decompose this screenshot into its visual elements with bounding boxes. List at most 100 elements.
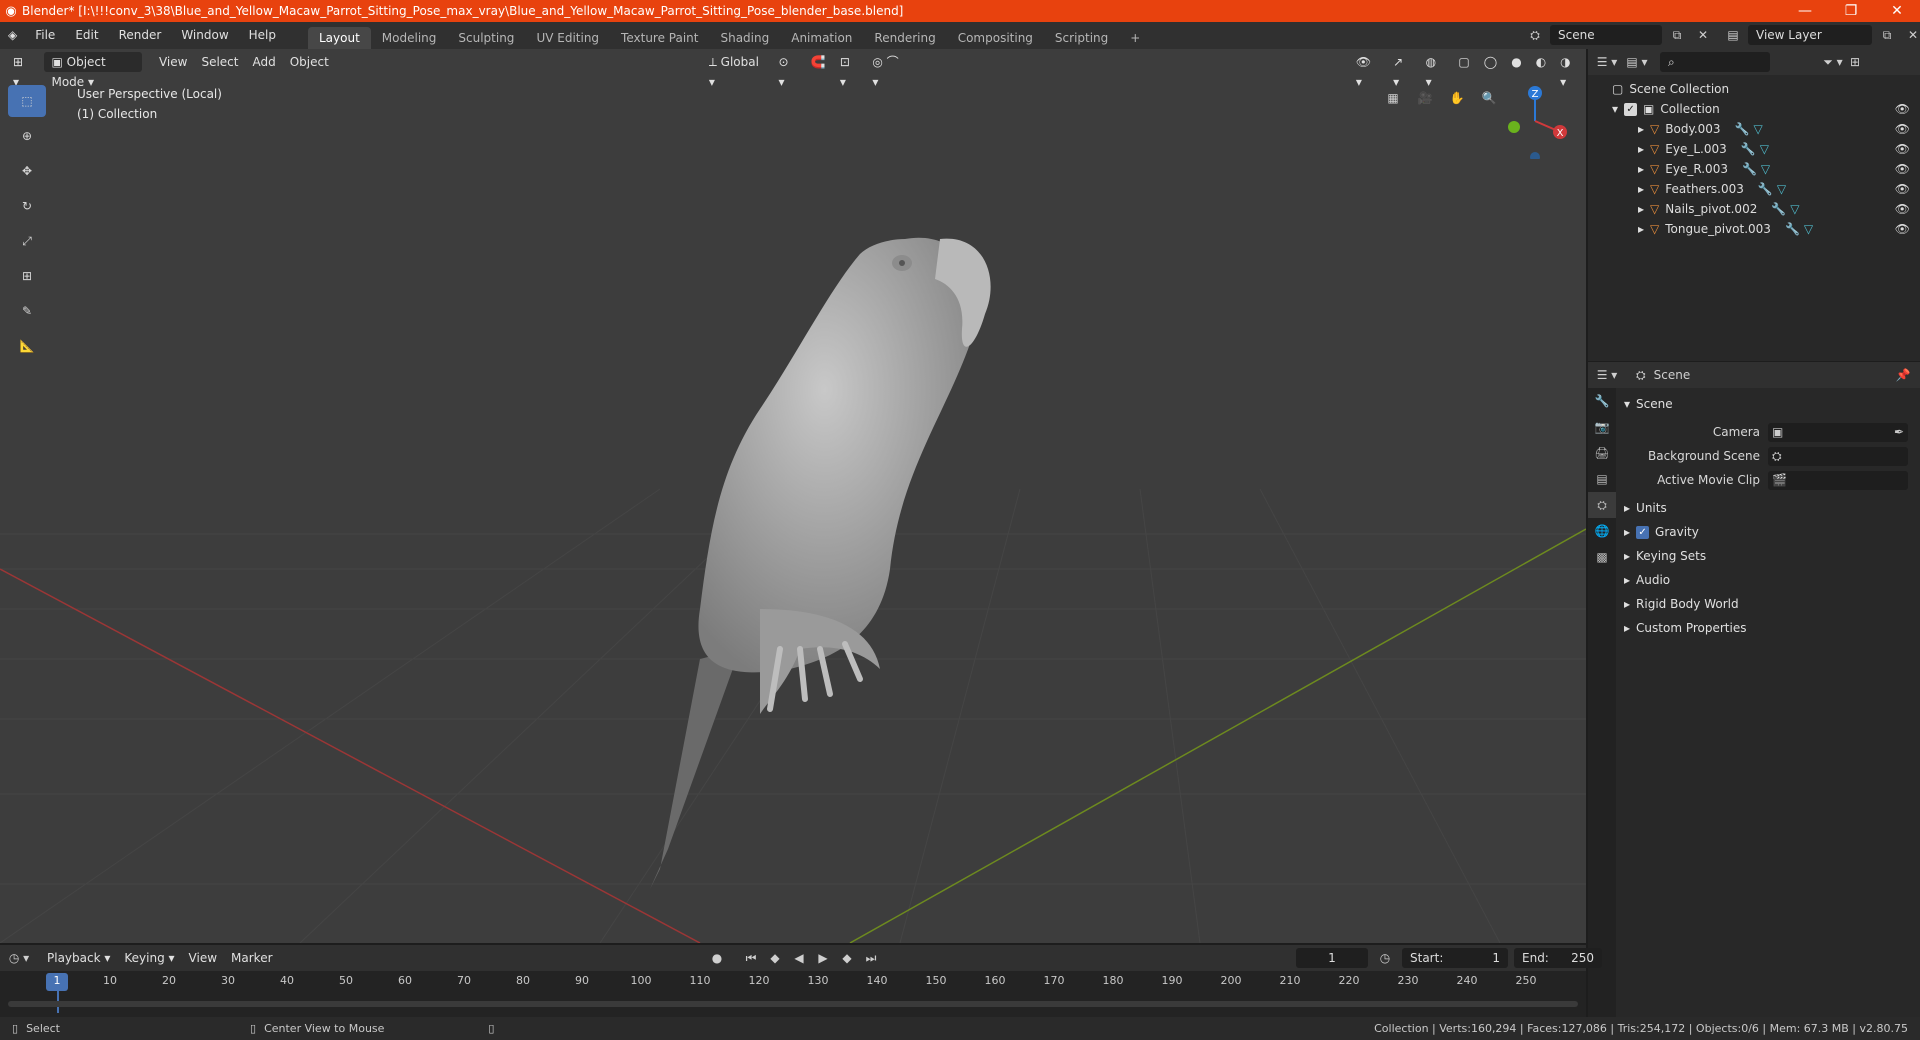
eye-icon[interactable]: 👁 [1895,162,1910,176]
toggle-perspective-icon[interactable]: ▦ [1380,85,1406,111]
zoom-view-icon[interactable]: 🔍 [1476,85,1502,111]
eye-icon[interactable]: 👁 [1895,222,1910,236]
3d-viewport[interactable]: ⊞ ▾ ▣ Object Mode ▾ View Select Add Obje… [0,49,1586,943]
menu-help[interactable]: Help [239,22,286,49]
shading-material-icon[interactable]: ◐ [1529,52,1553,72]
preview-range-clock-icon[interactable]: ◷ [1374,948,1396,968]
measure-tool-icon[interactable]: 📐 [8,330,46,362]
modifier-wrench-icon[interactable]: 🔧 [1771,202,1786,216]
move-tool-icon[interactable]: ✥ [8,155,46,187]
gravity-section-header[interactable]: ▸ ✓ Gravity [1618,520,1920,544]
rotate-tool-icon[interactable]: ↻ [8,190,46,222]
mode-selector[interactable]: ▣ Object Mode ▾ [44,52,142,89]
keying-sets-section-header[interactable]: ▸ Keying Sets [1618,544,1920,568]
axis-gizmo[interactable]: Z X [1500,79,1570,159]
background-scene-field[interactable]: ⛭ [1768,446,1908,466]
camera-view-icon[interactable]: 🎥 [1412,85,1438,111]
custom-properties-section-header[interactable]: ▸ Custom Properties [1618,616,1920,640]
tree-item-object[interactable]: ▸ ▽ Eye_R.003 🔧 ▽ 👁 [1588,159,1920,179]
expand-arrow-icon[interactable]: ▸ [1638,142,1644,156]
timeline-menu-marker[interactable]: Marker [224,948,279,968]
new-collection-icon[interactable]: ⊞ [1844,52,1866,72]
play-icon[interactable]: ▶ [812,948,834,968]
texture-tab-icon[interactable]: ▩ [1588,544,1616,570]
transform-orientation-selector[interactable]: ⟂ Global ▾ [702,52,772,89]
maximize-button[interactable]: ❐ [1828,3,1874,19]
tree-item-object[interactable]: ▸ ▽ Feathers.003 🔧 ▽ 👁 [1588,179,1920,199]
modifier-wrench-icon[interactable]: 🔧 [1735,122,1750,136]
tab-animation[interactable]: Animation [780,27,863,49]
timeline-menu-view[interactable]: View [182,948,224,968]
shading-rendered-icon[interactable]: ◑ ▾ [1553,52,1586,89]
scene-selector[interactable]: Scene [1550,25,1662,45]
jump-end-icon[interactable]: ⏭ [860,948,882,968]
pivot-point-icon[interactable]: ⊙ ▾ [771,52,803,89]
modifier-wrench-icon[interactable]: 🔧 [1785,222,1800,236]
mesh-data-icon[interactable]: ▽ [1760,142,1769,156]
scene-icon[interactable]: ⛭ [1524,25,1546,45]
menu-edit[interactable]: Edit [65,22,108,49]
shading-wireframe-icon[interactable]: ◯ [1477,52,1504,72]
current-frame-field[interactable]: 1 [1296,948,1368,968]
tab-scripting[interactable]: Scripting [1044,27,1119,49]
viewport-menu-add[interactable]: Add [245,52,282,72]
tree-item-collection[interactable]: ▾ ✓ ▣ Collection 👁 [1588,99,1920,119]
start-frame-field[interactable]: Start: 1 [1402,948,1508,968]
gizmo-toggle-icon[interactable]: ↗ ▾ [1386,52,1418,89]
end-frame-field[interactable]: End: 250 [1514,948,1602,968]
camera-field[interactable]: ▣ ✒ [1768,422,1908,442]
pan-view-icon[interactable]: ✋ [1444,85,1470,111]
eye-icon[interactable]: 👁 [1895,182,1910,196]
view-layer-tab-icon[interactable]: ▤ [1588,466,1616,492]
expand-arrow-icon[interactable]: ▾ [1612,102,1618,116]
output-tab-icon[interactable]: 🖨 [1588,440,1616,466]
gravity-checkbox[interactable]: ✓ [1636,525,1650,539]
collection-checkbox[interactable]: ✓ [1624,102,1638,116]
editor-type-icon[interactable]: ◈ [0,22,25,49]
tree-item-object[interactable]: ▸ ▽ Nails_pivot.002 🔧 ▽ 👁 [1588,199,1920,219]
delete-scene-icon[interactable]: ✕ [1692,25,1714,45]
tab-modeling[interactable]: Modeling [371,27,448,49]
tree-item-object[interactable]: ▸ ▽ Tongue_pivot.003 🔧 ▽ 👁 [1588,219,1920,239]
transform-tool-icon[interactable]: ⊞ [8,260,46,292]
viewport-menu-view[interactable]: View [152,52,194,72]
timeline-scrollbar[interactable] [8,1001,1578,1007]
timeline-menu-playback[interactable]: Playback ▾ [40,948,117,968]
axis-gizmo-y-handle[interactable] [1508,121,1520,133]
new-scene-icon[interactable]: ⧉ [1666,25,1688,45]
shading-solid-icon[interactable]: ● [1504,52,1528,72]
play-reverse-icon[interactable]: ◀ [788,948,810,968]
viewport-menu-object[interactable]: Object [283,52,336,72]
modifier-wrench-icon[interactable]: 🔧 [1742,162,1757,176]
mesh-data-icon[interactable]: ▽ [1761,162,1770,176]
editor-type-button[interactable]: ⊞ ▾ [6,52,38,89]
view-layer-icon[interactable]: ▤ [1722,25,1744,45]
tab-uv-editing[interactable]: UV Editing [525,27,610,49]
tab-texture-paint[interactable]: Texture Paint [610,27,709,49]
eye-icon[interactable]: 👁 [1895,142,1910,156]
next-keyframe-icon[interactable]: ◆ [836,948,858,968]
proportional-edit-icon[interactable]: ◎ ⌒ ▾ [865,52,913,89]
expand-arrow-icon[interactable]: ▸ [1638,202,1644,216]
outliner-editor-type-icon[interactable]: ☰ ▾ [1596,52,1618,72]
menu-window[interactable]: Window [171,22,238,49]
close-button[interactable]: ✕ [1874,3,1920,19]
expand-arrow-icon[interactable]: ▸ [1638,182,1644,196]
tree-item-scene-collection[interactable]: ▢ Scene Collection [1588,79,1920,99]
delete-view-layer-icon[interactable]: ✕ [1902,25,1920,45]
properties-editor-type-icon[interactable]: ☰ ▾ [1596,365,1618,385]
viewport-scene[interactable] [0,49,1586,943]
cursor-tool-icon[interactable]: ⊕ [8,120,46,152]
view-layer-selector[interactable]: View Layer [1748,25,1872,45]
prev-keyframe-icon[interactable]: ◆ [764,948,786,968]
mesh-data-icon[interactable]: ▽ [1777,182,1786,196]
render-tab-icon[interactable]: 📷 [1588,414,1616,440]
expand-arrow-icon[interactable]: ▸ [1638,122,1644,136]
eyedropper-icon[interactable]: ✒ [1894,425,1904,439]
pin-icon[interactable]: 📌 [1892,365,1914,385]
viewport-menu-select[interactable]: Select [194,52,245,72]
scene-tab-icon[interactable]: ⛭ [1588,492,1616,518]
filter-icon[interactable]: ⏷ ▾ [1822,52,1844,72]
units-section-header[interactable]: ▸ Units [1618,496,1920,520]
xray-toggle-icon[interactable]: ▢ [1451,52,1476,72]
